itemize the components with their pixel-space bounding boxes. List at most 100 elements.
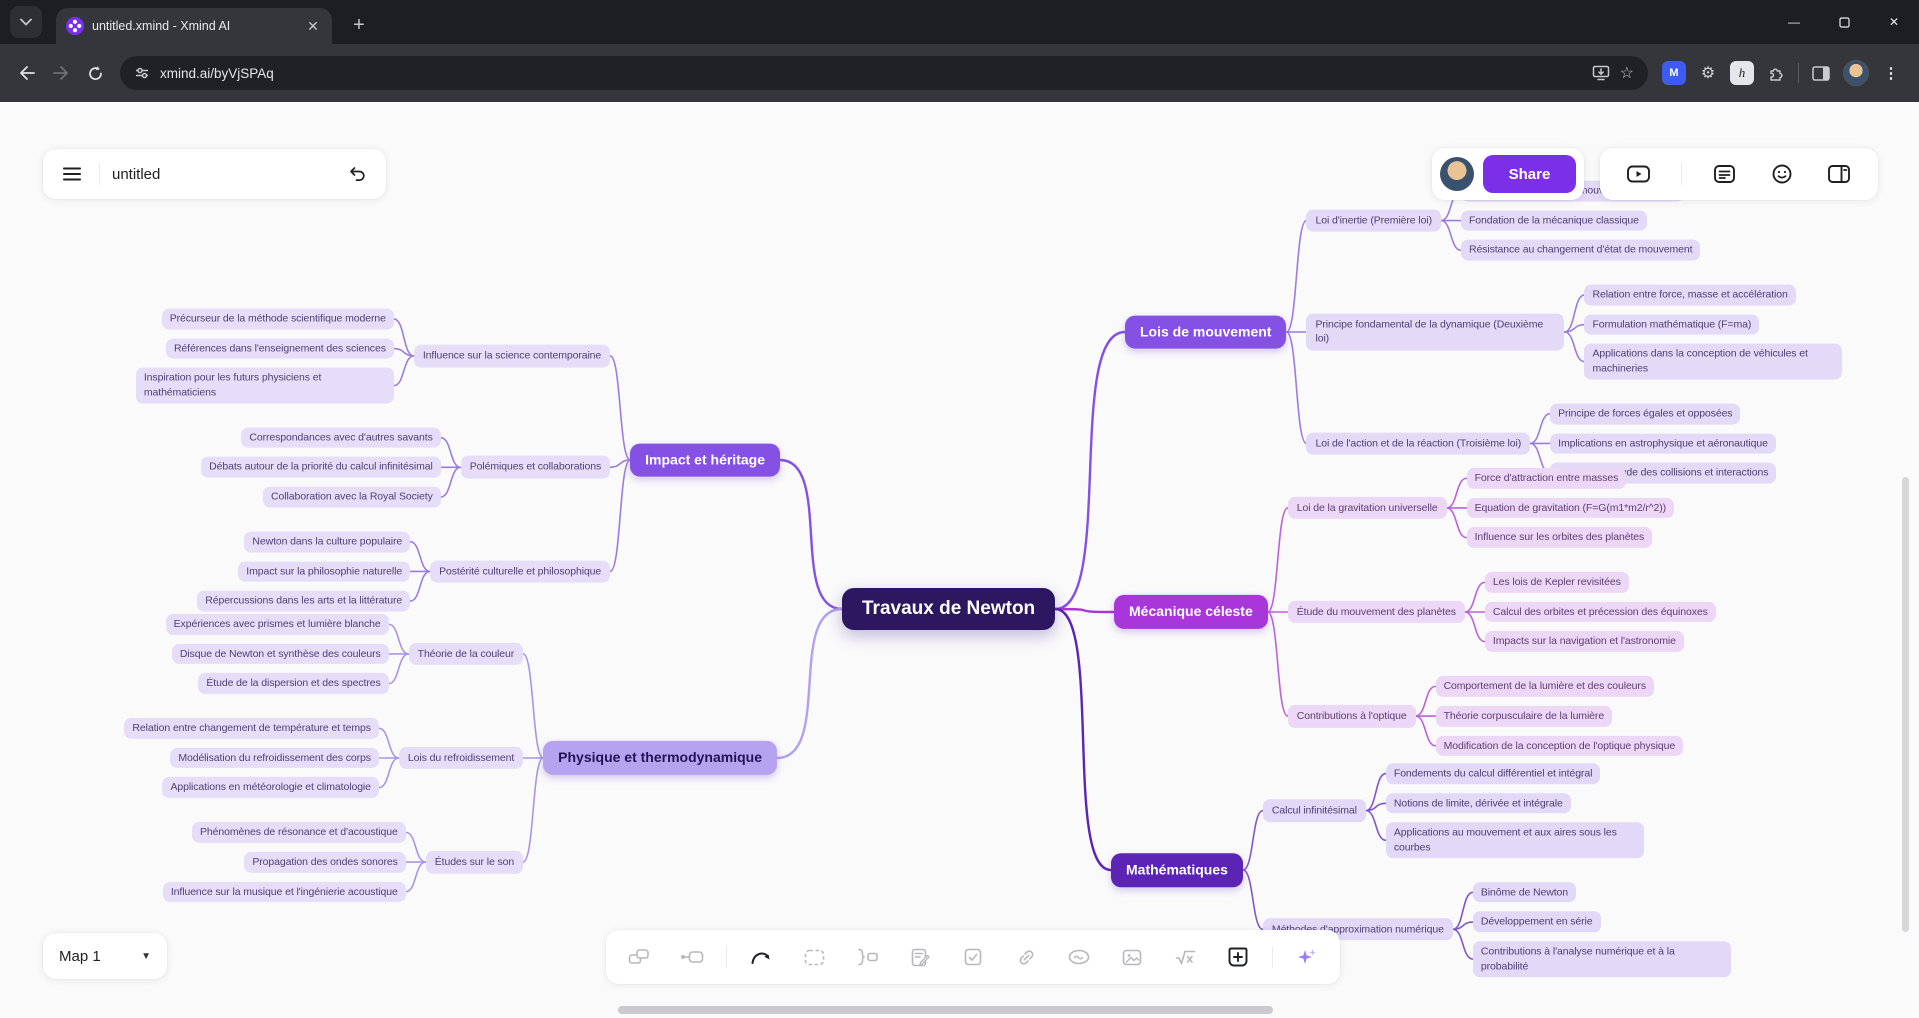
subtopic[interactable]: Théorie de la couleur <box>409 643 524 666</box>
leaf-topic[interactable]: Disque de Newton et synthèse des couleur… <box>172 644 389 665</box>
browser-tab[interactable]: untitled.xmind - Xmind AI ✕ <box>56 8 332 44</box>
forward-button[interactable] <box>44 56 78 90</box>
subtopic[interactable]: Loi de la gravitation universelle <box>1288 497 1447 520</box>
leaf-topic[interactable]: Applications au mouvement et aux aires s… <box>1386 823 1644 858</box>
leaf-topic[interactable]: Correspondances avec d'autres savants <box>241 427 440 448</box>
leaf-topic[interactable]: Expériences avec prismes et lumière blan… <box>166 614 389 635</box>
leaf-topic[interactable]: Notions de limite, dérivée et intégrale <box>1386 793 1571 814</box>
leaf-topic[interactable]: Influence sur la musique et l'ingénierie… <box>163 881 406 902</box>
subtopic-icon[interactable] <box>673 938 711 976</box>
leaf-topic[interactable]: Influence sur les orbites des planètes <box>1467 527 1653 548</box>
back-button[interactable] <box>10 56 44 90</box>
new-tab-button[interactable]: + <box>344 10 374 40</box>
vertical-scrollbar[interactable] <box>1902 477 1909 932</box>
leaf-topic[interactable]: Principe de forces égales et opposées <box>1550 403 1740 424</box>
leaf-topic[interactable]: Débats autour de la priorité du calcul i… <box>201 457 441 478</box>
subtopic[interactable]: Calcul infinitésimal <box>1263 799 1366 822</box>
insert-icon[interactable] <box>1219 938 1257 976</box>
ai-sparkle-icon[interactable] <box>1288 938 1326 976</box>
address-bar[interactable]: xmind.ai/byVjSPAq ☆ <box>120 56 1648 90</box>
leaf-topic[interactable]: Théorie corpusculaire de la lumière <box>1436 706 1613 727</box>
leaf-topic[interactable]: Fondation de la mécanique classique <box>1461 210 1647 231</box>
task-icon[interactable] <box>954 938 992 976</box>
leaf-topic[interactable]: Implications en astrophysique et aéronau… <box>1550 433 1776 454</box>
extension-m-icon[interactable]: M <box>1662 61 1686 85</box>
leaf-topic[interactable]: Impact sur la philosophie naturelle <box>238 561 410 582</box>
main-topic[interactable]: Impact et héritage <box>630 443 780 477</box>
main-topic[interactable]: Lois de mouvement <box>1125 315 1286 349</box>
leaf-topic[interactable]: Relation entre changement de température… <box>124 718 379 739</box>
main-topic[interactable]: Mécanique céleste <box>1114 595 1268 629</box>
summary-icon[interactable] <box>848 938 886 976</box>
relationship-icon[interactable] <box>742 938 780 976</box>
map-selector[interactable]: Map 1 ▼ <box>43 933 167 979</box>
leaf-topic[interactable]: Propagation des ondes sonores <box>244 852 405 873</box>
leaf-topic[interactable]: Fondements du calcul différentiel et int… <box>1386 763 1600 784</box>
subtopic[interactable]: Postérité culturelle et philosophique <box>430 560 610 583</box>
extension-h-icon[interactable]: h <box>1730 61 1754 85</box>
browser-menu-kebab-icon[interactable]: ⋮ <box>1879 61 1903 85</box>
leaf-topic[interactable]: Force d'attraction entre masses <box>1467 468 1627 489</box>
leaf-topic[interactable]: Précurseur de la méthode scientifique mo… <box>162 309 394 330</box>
leaf-topic[interactable]: Calcul des orbites et précession des équ… <box>1485 602 1716 623</box>
leaf-topic[interactable]: Modification de la conception de l'optiq… <box>1436 735 1684 756</box>
leaf-topic[interactable]: Applications en météorologie et climatol… <box>162 777 378 798</box>
leaf-topic[interactable]: Répercussions dans les arts et la littér… <box>197 591 410 612</box>
layout-panel-icon[interactable] <box>1824 159 1854 189</box>
leaf-topic[interactable]: Newton dans la culture populaire <box>244 531 410 552</box>
leaf-topic[interactable]: Contributions à l'analyse numérique et à… <box>1473 941 1731 976</box>
leaf-topic[interactable]: Développement en série <box>1473 912 1601 933</box>
subtopic[interactable]: Principe fondamental de la dynamique (De… <box>1306 313 1564 350</box>
window-close-button[interactable]: ✕ <box>1869 0 1919 44</box>
subtopic[interactable]: Polémiques et collaborations <box>461 456 610 479</box>
reload-button[interactable] <box>78 56 112 90</box>
leaf-topic[interactable]: Inspiration pour les futurs physiciens e… <box>136 368 394 403</box>
leaf-topic[interactable]: Phénomènes de résonance et d'acoustique <box>192 822 406 843</box>
audio-icon[interactable] <box>1060 938 1098 976</box>
notes-icon[interactable] <box>1709 159 1739 189</box>
url-text[interactable]: xmind.ai/byVjSPAq <box>160 66 1582 81</box>
reactions-smiley-icon[interactable] <box>1767 159 1797 189</box>
side-panel-icon[interactable] <box>1809 61 1833 85</box>
hyperlink-icon[interactable] <box>1007 938 1045 976</box>
main-topic[interactable]: Physique et thermodynamique <box>543 741 777 775</box>
site-info-icon[interactable] <box>134 65 150 81</box>
leaf-topic[interactable]: Étude de la dispersion et des spectres <box>198 673 388 694</box>
document-title[interactable]: untitled <box>112 166 330 183</box>
subtopic[interactable]: Influence sur la science contemporaine <box>414 345 610 368</box>
subtopic[interactable]: Loi de l'action et de la réaction (Trois… <box>1306 432 1530 455</box>
subtopic[interactable]: Loi d'inertie (Première loi) <box>1306 209 1441 232</box>
note-icon[interactable] <box>901 938 939 976</box>
leaf-topic[interactable]: Les lois de Kepler revisitées <box>1485 572 1629 593</box>
boundary-icon[interactable] <box>795 938 833 976</box>
main-topic[interactable]: Mathématiques <box>1111 853 1243 887</box>
window-maximize-button[interactable] <box>1819 0 1869 44</box>
mindmap-canvas[interactable]: Travaux de Newton Lois de mouvement Loi d… <box>0 102 1919 1018</box>
leaf-topic[interactable]: Formulation mathématique (F=ma) <box>1584 314 1759 335</box>
leaf-topic[interactable]: Applications dans la conception de véhic… <box>1584 344 1842 379</box>
leaf-topic[interactable]: Références dans l'enseignement des scien… <box>166 338 394 359</box>
central-topic[interactable]: Travaux de Newton <box>842 588 1055 630</box>
leaf-topic[interactable]: Equation de gravitation (F=G(m1*m2/r^2)) <box>1467 498 1674 519</box>
equation-icon[interactable] <box>1166 938 1204 976</box>
topic-icon[interactable] <box>620 938 658 976</box>
subtopic[interactable]: Lois du refroidissement <box>399 747 523 770</box>
tab-close-icon[interactable]: ✕ <box>304 17 322 35</box>
extensions-puzzle-icon[interactable] <box>1764 61 1788 85</box>
image-icon[interactable] <box>1113 938 1151 976</box>
leaf-topic[interactable]: Résistance au changement d'état de mouve… <box>1461 240 1701 261</box>
browser-profile-avatar[interactable] <box>1843 60 1869 86</box>
extension-gear-icon[interactable]: ⚙ <box>1696 61 1720 85</box>
horizontal-scrollbar[interactable] <box>618 1006 1273 1014</box>
menu-hamburger-icon[interactable] <box>57 159 87 189</box>
tab-search-button[interactable] <box>10 6 42 38</box>
user-avatar[interactable] <box>1440 157 1474 191</box>
window-minimize-button[interactable]: — <box>1769 0 1819 44</box>
video-tutorial-icon[interactable] <box>1624 159 1654 189</box>
leaf-topic[interactable]: Collaboration avec la Royal Society <box>263 487 441 508</box>
subtopic[interactable]: Études sur le son <box>426 851 523 874</box>
leaf-topic[interactable]: Impacts sur la navigation et l'astronomi… <box>1485 631 1684 652</box>
leaf-topic[interactable]: Binôme de Newton <box>1473 882 1576 903</box>
undo-icon[interactable] <box>342 159 372 189</box>
leaf-topic[interactable]: Comportement de la lumière et des couleu… <box>1436 676 1654 697</box>
